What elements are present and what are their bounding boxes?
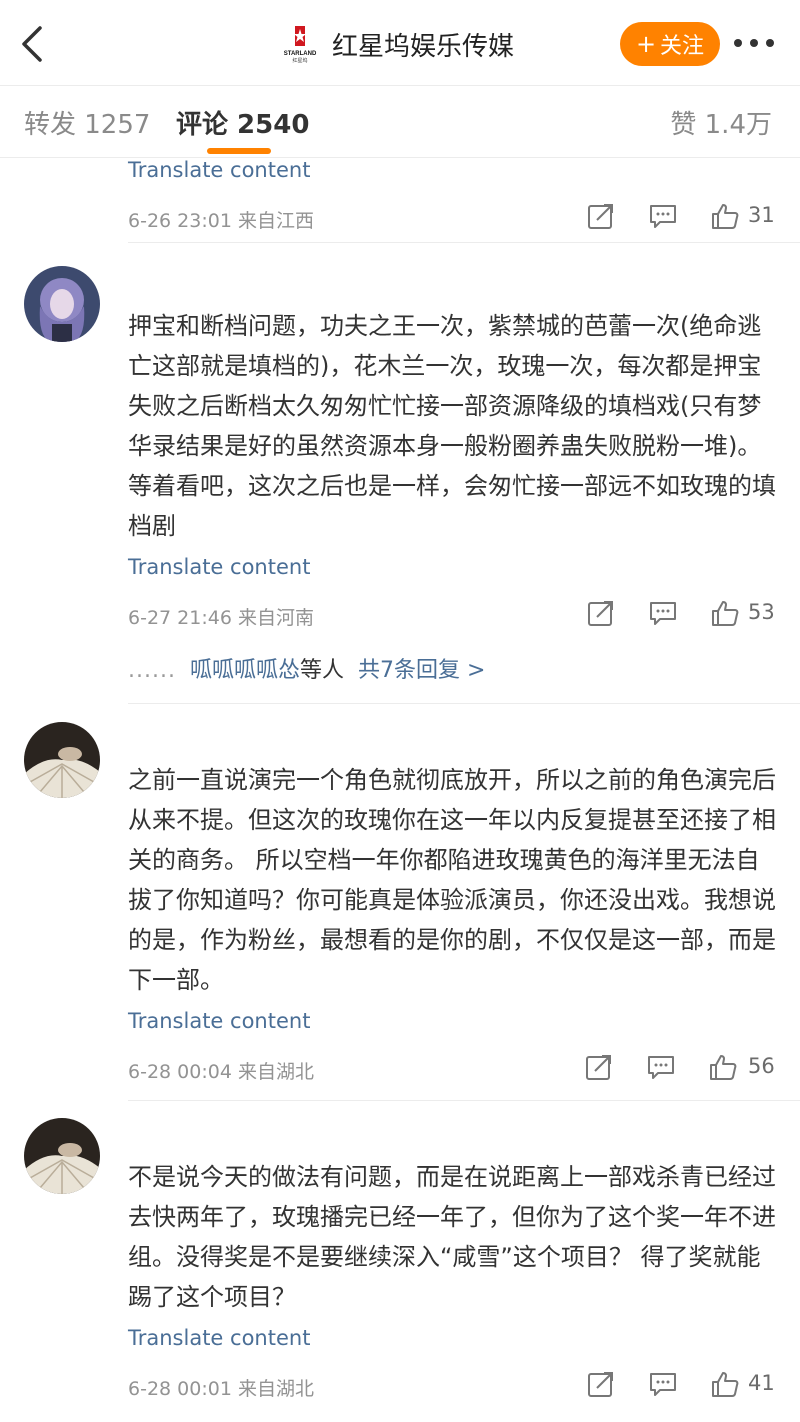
translate-link[interactable]: Translate content [128, 158, 310, 182]
replies-dots: ...... [128, 658, 176, 683]
tab-comments[interactable]: 评论 2540 [176, 104, 309, 141]
share-icon[interactable] [586, 598, 616, 628]
tab-likes[interactable]: 赞 1.4万 [670, 104, 772, 141]
reply-user-names[interactable]: 呱呱呱呱怂 [190, 658, 300, 683]
like-count: 41 [748, 1371, 775, 1395]
like-count: 31 [748, 203, 775, 227]
replies-summary[interactable]: ...... 呱呱呱呱怂等人 共7条回复 > [128, 652, 485, 684]
like-thumb-icon[interactable] [710, 1369, 740, 1399]
comment-text: 押宝和断档问题，功夫之王一次，紫禁城的芭蕾一次(绝命逃亡这部就是填档的)，花木兰… [128, 312, 776, 540]
view-replies-link[interactable]: 共7条回复 > [358, 658, 485, 683]
plus-icon: + [635, 30, 657, 58]
account-name: 红星坞娱乐传媒 [332, 31, 515, 62]
follow-label: 关注 [660, 34, 705, 59]
comment-icon[interactable] [648, 201, 678, 231]
account-header[interactable]: STARLAND 红星坞 红星坞娱乐传媒 [282, 20, 514, 68]
comment-divider [128, 1100, 800, 1101]
like-thumb-icon[interactable] [710, 598, 740, 628]
comment-icon[interactable] [646, 1052, 676, 1082]
comment-actions: 31 [584, 201, 784, 237]
user-avatar[interactable] [24, 1118, 100, 1194]
share-icon[interactable] [584, 1052, 614, 1082]
svg-text:STARLAND: STARLAND [284, 51, 317, 57]
comment-icon[interactable] [648, 1369, 678, 1399]
replies-suffix: 等人 [299, 658, 344, 683]
like-count: 53 [748, 600, 775, 624]
comment-meta: 6-27 21:46 来自河南 [128, 607, 314, 629]
top-nav-bar: STARLAND 红星坞 红星坞娱乐传媒 + 关注 [0, 0, 800, 86]
comment-meta: 6-26 23:01 来自江西 [128, 210, 314, 232]
translate-link[interactable]: Translate content [128, 1326, 310, 1350]
share-icon[interactable] [586, 1369, 616, 1399]
follow-button[interactable]: + 关注 [620, 22, 720, 66]
comment-actions: 53 [584, 598, 784, 634]
like-count: 56 [748, 1054, 775, 1078]
comment-icon[interactable] [648, 598, 678, 628]
translate-link[interactable]: Translate content [128, 555, 310, 579]
back-arrow-icon[interactable] [18, 24, 48, 64]
svg-text:红星坞: 红星坞 [292, 57, 307, 64]
active-tab-indicator [207, 148, 271, 154]
share-icon[interactable] [586, 201, 616, 231]
tab-reposts[interactable]: 转发 1257 [24, 104, 150, 141]
comment-actions: 56 [584, 1052, 784, 1088]
user-avatar[interactable] [24, 266, 100, 342]
comment-meta: 6-28 00:01 来自湖北 [128, 1378, 314, 1400]
more-options-icon[interactable] [734, 36, 774, 50]
comment-text: 之前一直说演完一个角色就彻底放开，所以之前的角色演完后从来不提。但这次的玫瑰你在… [128, 766, 776, 994]
comment-text: 不是说今天的做法有问题，而是在说距离上一部戏杀青已经过去快两年了，玫瑰播完已经一… [128, 1163, 776, 1311]
comment-actions: 41 [584, 1369, 784, 1405]
comment-divider [128, 703, 800, 704]
starland-logo: STARLAND 红星坞 [282, 24, 318, 64]
comment-meta: 6-28 00:04 来自湖北 [128, 1061, 314, 1083]
tab-bar: 转发 1257 评论 2540 赞 1.4万 [0, 86, 800, 158]
like-thumb-icon[interactable] [710, 201, 740, 231]
comment-divider [128, 242, 800, 243]
like-thumb-icon[interactable] [708, 1052, 738, 1082]
translate-link[interactable]: Translate content [128, 1009, 310, 1033]
user-avatar[interactable] [24, 722, 100, 798]
